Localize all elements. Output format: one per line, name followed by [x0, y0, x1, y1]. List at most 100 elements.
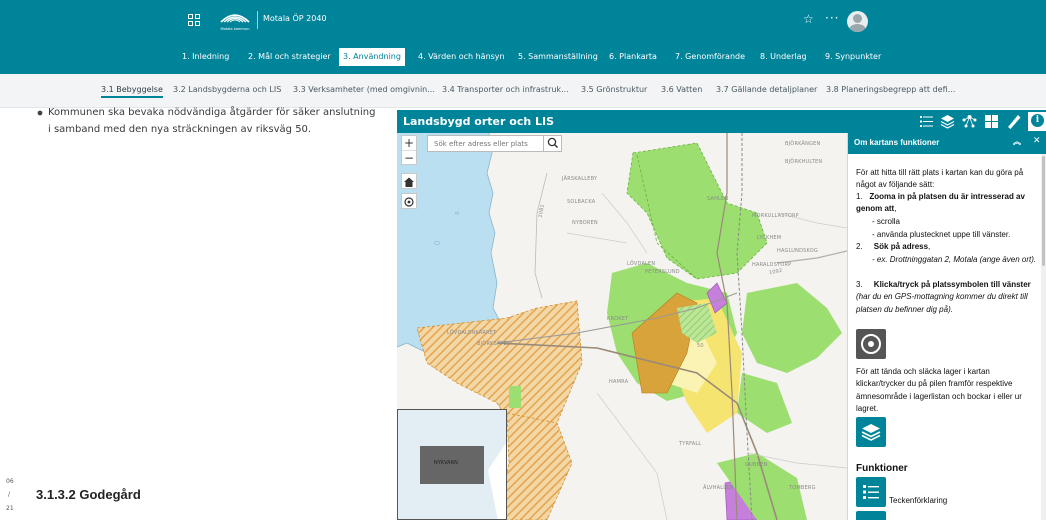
green-area-east	[742, 283, 842, 373]
info-panel-scrollbar[interactable]	[1041, 154, 1046, 520]
map-label: SOLBACKA	[567, 199, 596, 205]
green-area-north	[626, 142, 768, 280]
logo-text: Motala kommun	[221, 27, 250, 31]
info-icon: i	[1031, 114, 1044, 127]
zoom-in-button[interactable]: +	[402, 136, 416, 150]
close-icon[interactable]: ✕	[1033, 136, 1041, 146]
map-search-input[interactable]	[428, 136, 543, 151]
sub-nav-item-vatten[interactable]: 3.6 Vatten	[661, 85, 702, 94]
green-strip	[509, 386, 521, 408]
info-panel: Om kartans funktioner ︽ ✕ För att hitta …	[847, 133, 1046, 520]
map-label: JÄRSKALLEBY	[562, 176, 598, 182]
bullet-point	[37, 110, 43, 116]
main-nav-item-plankarta[interactable]: 6. Plankarta	[609, 48, 657, 66]
map-label: ÄLVHALLEN	[703, 485, 734, 491]
measure-icon[interactable]	[1005, 113, 1022, 130]
locate-button[interactable]	[401, 193, 417, 209]
locate-symbol	[856, 329, 886, 359]
info-step-2: 2. Sök på adress,	[856, 241, 1038, 253]
sub-nav-item-landsbygderna[interactable]: 3.2 Landsbygderna och LIS	[173, 85, 281, 94]
step-1-option-b: - använda plustecknet uppe till vänster.	[872, 230, 1011, 239]
sub-nav-item-detaljplaner[interactable]: 3.7 Gällande detaljplaner	[716, 85, 817, 94]
info-panel-header: Om kartans funktioner ︽ ✕	[848, 133, 1046, 154]
map-label: SAHLEN	[707, 196, 729, 202]
info-step-2-example: - ex. Drottninggatan 2, Motala (ange äve…	[856, 254, 1038, 266]
map-label: BJÖRKHULTEN	[785, 159, 823, 165]
map-label: PETERSLUND	[645, 269, 680, 275]
legend-label: Teckenförklaring	[889, 496, 948, 505]
map-label: NYBOREN	[572, 220, 598, 226]
info-step-3: 3. Klicka/tryck på platssymbolen till vä…	[856, 279, 1038, 316]
step-3-option-a: (har du en GPS-mottagning kommer du dire…	[856, 292, 1028, 314]
more-options-icon[interactable]: ···	[825, 11, 839, 25]
logo-divider	[257, 11, 258, 29]
step-3-title: Klicka/tryck på platssymbolen till vänst…	[873, 280, 1031, 289]
info-intro: För att hitta till rätt plats i kartan k…	[856, 168, 1024, 190]
basemap-grid-icon[interactable]	[983, 113, 1000, 130]
top-bar: Motala kommun Motala ÖP 2040 ☆ ···	[0, 0, 1046, 40]
page-number-total: 21	[6, 505, 14, 512]
island-1	[433, 241, 441, 245]
sub-nav-item-bebyggelse[interactable]: 3.1 Bebyggelse	[101, 85, 163, 98]
map-canvas[interactable]: BJÖRKÄNGEN BJÖRKHULTEN JÄRSKALLEBY SOLBA…	[397, 133, 847, 520]
step-2-title: Sök på adress	[873, 242, 929, 251]
main-nav-item-mal[interactable]: 2. Mål och strategier	[248, 48, 331, 66]
main-nav-item-anvandning[interactable]: 3. Användning	[339, 48, 405, 66]
info-panel-title: Om kartans funktioner	[854, 138, 940, 147]
content-paragraph: Kommunen ska bevaka nödvändiga åtgärder …	[48, 107, 376, 135]
step-2-number: 2.	[856, 242, 863, 251]
scrollbar-thumb[interactable]	[1042, 156, 1045, 266]
info-toggle[interactable]: i	[1028, 112, 1046, 131]
locate-icon	[404, 197, 414, 207]
info-layers-text: För att tända och släcka lager i kartan …	[856, 367, 1022, 413]
road-1081	[534, 172, 548, 299]
star-icon[interactable]: ☆	[803, 13, 814, 25]
step-1-option-a: - scrolla	[872, 217, 901, 226]
functions-heading: Funktioner	[856, 463, 908, 474]
sub-nav: 3.1 Bebyggelse 3.2 Landsbygderna och LIS…	[0, 74, 1046, 108]
main-nav-item-inledning[interactable]: 1. Inledning	[182, 48, 229, 66]
legend-list-icon[interactable]	[918, 113, 935, 130]
map-label: HAMRA	[609, 379, 629, 385]
road-minor-e	[596, 392, 668, 520]
map-title: Landsbygd orter och LIS	[403, 115, 555, 128]
app-title: Motala ÖP 2040	[263, 14, 327, 23]
main-nav-item-varden[interactable]: 4. Värden och hänsyn	[418, 48, 505, 66]
next-function-symbol	[856, 511, 886, 520]
search-icon	[547, 137, 559, 149]
main-nav-item-synpunkter[interactable]: 9. Synpunkter	[825, 48, 881, 66]
overview-map[interactable]: NYKVARN	[397, 409, 507, 520]
zoom-control: + −	[401, 135, 417, 165]
user-avatar[interactable]	[847, 11, 868, 32]
overview-label: NYKVARN	[434, 460, 458, 466]
road-minor-b	[566, 232, 628, 244]
map-label: LÖVDALEN	[627, 261, 656, 267]
sub-nav-item-gronstruktur[interactable]: 3.5 Grönstruktur	[581, 85, 647, 94]
crosshair-icon	[861, 334, 881, 354]
info-step-1: 1. Zooma in på platsen du är intresserad…	[856, 191, 1038, 216]
main-nav-item-underlag[interactable]: 8. Underlag	[760, 48, 807, 66]
map-label: BJÖRKSÄTER	[477, 341, 511, 347]
sub-nav-item-verksamheter[interactable]: 3.3 Verksamheter (med omgivnin...	[293, 85, 435, 94]
app-launcher-icon[interactable]	[188, 14, 201, 27]
home-button[interactable]	[401, 173, 417, 189]
home-icon	[404, 177, 414, 187]
app-root: Motala kommun Motala ÖP 2040 ☆ ··· 1. In…	[0, 0, 1046, 520]
zoom-out-button[interactable]: −	[402, 151, 416, 165]
network-icon[interactable]	[961, 113, 978, 130]
main-nav-item-genomforande[interactable]: 7. Genomförande	[675, 48, 745, 66]
sub-nav-item-planeringsbegrepp[interactable]: 3.8 Planeringsbegrepp att defi...	[826, 85, 955, 94]
step-1-number: 1.	[856, 192, 863, 201]
layers-stack-icon	[861, 424, 881, 441]
map-search-box	[427, 135, 562, 152]
main-nav: 1. Inledning 2. Mål och strategier 3. An…	[0, 40, 1046, 74]
collapse-icon[interactable]: ︽	[1013, 136, 1021, 147]
map-panel: Landsbygd orter och LIS i BJÖRKÄNGEN BJÖ…	[397, 110, 1046, 520]
map-search-button[interactable]	[543, 135, 562, 152]
map-label: LYCKHEM	[757, 235, 782, 241]
map-label: BJÖRKÄNGEN	[785, 141, 821, 147]
main-nav-item-sammanstallning[interactable]: 5. Sammanställning	[518, 48, 598, 66]
layers-icon[interactable]	[939, 113, 956, 130]
map-header: Landsbygd orter och LIS i	[397, 110, 1046, 133]
sub-nav-item-transporter[interactable]: 3.4 Transporter och infrastruk...	[442, 85, 569, 94]
